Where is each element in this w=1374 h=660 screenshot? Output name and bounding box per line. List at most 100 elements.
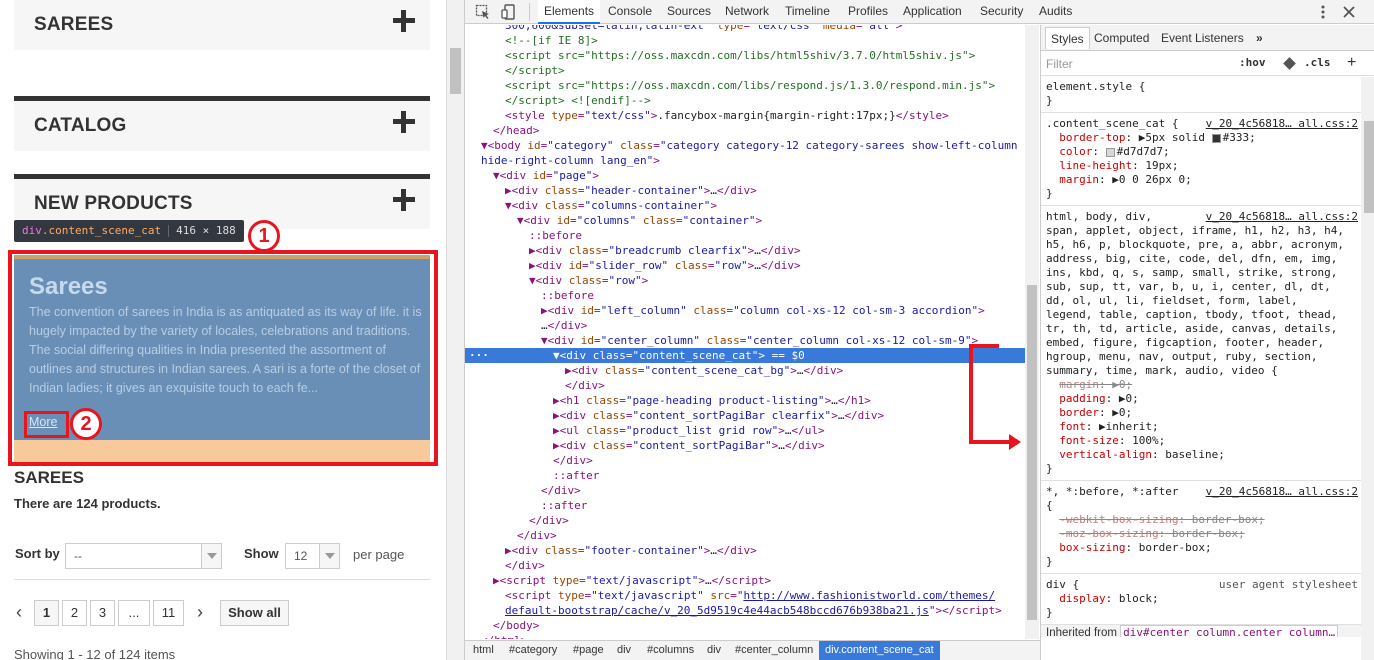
tab-audits[interactable]: Audits xyxy=(1033,0,1078,24)
dom-node[interactable]: ▼<div class="row"> xyxy=(465,273,1025,288)
ellipsis-icon[interactable]: ··· xyxy=(469,348,489,363)
dom-node[interactable]: </body> xyxy=(465,618,1025,633)
dom-node[interactable]: <script src="https://oss.maxcdn.com/libs… xyxy=(465,48,1025,63)
more-tabs-icon[interactable]: » xyxy=(1251,27,1268,49)
style-selector[interactable]: } xyxy=(1046,94,1358,108)
dom-node[interactable]: ▶<script type="text/javascript">…</scrip… xyxy=(465,573,1025,588)
inherited-element-link[interactable]: div#center_column.center_column… xyxy=(1120,625,1339,637)
dom-node[interactable]: <script type="text/javascript" src="http… xyxy=(465,588,1025,603)
scrollbar-thumb[interactable] xyxy=(450,48,461,94)
style-property[interactable]: -webkit-box-sizing: border-box; xyxy=(1046,513,1358,527)
dom-node[interactable]: default-bootstrap/cache/v_20_5d9519c4e44… xyxy=(465,603,1025,618)
new-rule-button[interactable]: + xyxy=(1347,54,1356,72)
page-link-3[interactable]: 3 xyxy=(90,600,115,626)
dom-node[interactable]: ▶<div class="content_sortPagiBar">…</div… xyxy=(465,438,1025,453)
dom-node[interactable]: ▶<div id="slider_row" class="row">…</div… xyxy=(465,258,1025,273)
style-property[interactable]: hgroup, menu, nav, output, ruby, section… xyxy=(1046,350,1358,364)
color-format-icon[interactable] xyxy=(1283,57,1296,70)
dom-node[interactable]: </div> xyxy=(465,483,1025,498)
inspect-element-icon[interactable] xyxy=(475,4,491,20)
page-link-2[interactable]: 2 xyxy=(62,600,87,626)
dom-node[interactable]: ::after xyxy=(465,468,1025,483)
hover-state-toggle[interactable]: :hov xyxy=(1239,56,1266,69)
dom-node[interactable]: ▶<div class="content_sortPagiBar clearfi… xyxy=(465,408,1025,423)
page-link-1[interactable]: 1 xyxy=(34,600,59,626)
style-property[interactable]: dd, ol, ul, li, fieldset, form, label, xyxy=(1046,294,1358,308)
dom-node[interactable]: ▼<div id="center_column" class="center_c… xyxy=(465,333,1025,348)
style-property[interactable]: } xyxy=(1046,462,1358,476)
dom-node[interactable]: </script> xyxy=(465,63,1025,78)
style-property[interactable]: border-top: ▶5px solid #333; xyxy=(1046,131,1358,145)
scrollbar-thumb[interactable] xyxy=(1364,121,1374,213)
style-property[interactable]: box-sizing: border-box; xyxy=(1046,541,1358,555)
sort-select[interactable]: -- xyxy=(65,543,222,569)
dom-node[interactable]: ▶<ul class="product_list grid row">…</ul… xyxy=(465,423,1025,438)
style-selector[interactable]: div {user agent stylesheet xyxy=(1046,578,1358,592)
dom-node[interactable]: </script> <![endif]--> xyxy=(465,93,1025,108)
dom-node[interactable]: ▼<div class="columns-container"> xyxy=(465,198,1025,213)
crumb-div[interactable]: div xyxy=(701,641,727,660)
more-vert-icon[interactable] xyxy=(1315,4,1331,20)
plus-icon[interactable] xyxy=(393,111,415,133)
crumb-html[interactable]: html xyxy=(467,641,500,660)
style-selector[interactable]: html, body, div, v_20_4c56818… all.css:2 xyxy=(1046,210,1358,224)
dom-node[interactable]: ::before xyxy=(465,228,1025,243)
style-property[interactable]: -moz-box-sizing: border-box; xyxy=(1046,527,1358,541)
style-selector[interactable]: .content_scene_cat {v_20_4c56818… all.cs… xyxy=(1046,117,1358,131)
page-link-11[interactable]: 11 xyxy=(153,600,184,626)
tab-timeline[interactable]: Timeline xyxy=(779,0,836,24)
tab-styles[interactable]: Styles xyxy=(1045,27,1090,49)
plus-icon[interactable] xyxy=(393,189,415,211)
dom-node[interactable]: ▶<div id="left_column" class="column col… xyxy=(465,303,1025,318)
plus-icon[interactable] xyxy=(393,10,415,32)
style-property[interactable]: font-size: 100%; xyxy=(1046,434,1358,448)
stylesheet-link[interactable]: v_20_4c56818… all.css:2 xyxy=(1206,210,1358,224)
accordion-catalog[interactable]: CATALOG xyxy=(14,96,430,151)
dom-node[interactable]: ▶<h1 class="page-heading product-listing… xyxy=(465,393,1025,408)
styles-scrollbar[interactable] xyxy=(1361,77,1374,660)
style-property[interactable]: address, big, cite, code, del, dfn, em, … xyxy=(1046,252,1358,266)
device-toolbar-icon[interactable] xyxy=(501,4,517,20)
style-property[interactable]: } xyxy=(1046,187,1358,201)
elements-scrollbar[interactable] xyxy=(1025,25,1039,639)
crumb-content-scene-cat[interactable]: div.content_scene_cat xyxy=(819,641,940,660)
tab-application[interactable]: Application xyxy=(897,0,968,24)
class-toggle[interactable]: .cls xyxy=(1304,56,1331,69)
scrollbar-thumb[interactable] xyxy=(1027,285,1037,620)
filter-input[interactable]: Filter xyxy=(1046,57,1073,71)
style-property[interactable]: vertical-align: baseline; xyxy=(1046,448,1358,462)
style-property[interactable]: embed, figure, figcaption, footer, heade… xyxy=(1046,336,1358,350)
style-property[interactable]: { xyxy=(1046,499,1358,513)
dom-node[interactable]: 300,600&subset=latin,latin-ext" type="te… xyxy=(465,25,1025,33)
next-page-icon[interactable]: › xyxy=(193,600,207,626)
style-property[interactable]: margin: ▶0 0 26px 0; xyxy=(1046,173,1358,187)
style-rules[interactable]: element.style {} .content_scene_cat {v_20… xyxy=(1041,77,1361,637)
stylesheet-link[interactable]: v_20_4c56818… all.css:2 xyxy=(1206,117,1358,131)
style-selector[interactable]: *, *:before, *:after v_20_4c56818… all.cs… xyxy=(1046,485,1358,499)
style-property[interactable]: ins, kbd, q, s, samp, small, strike, str… xyxy=(1046,266,1358,280)
dom-node[interactable]: </div> xyxy=(465,378,1025,393)
tab-security[interactable]: Security xyxy=(974,0,1029,24)
dom-node[interactable]: </html> xyxy=(465,633,1025,639)
dom-node[interactable]: </div> xyxy=(465,453,1025,468)
style-property[interactable]: legend, table, caption, tbody, tfoot, th… xyxy=(1046,308,1358,322)
tab-elements[interactable]: Elements xyxy=(538,0,601,24)
tab-sources[interactable]: Sources xyxy=(661,0,717,24)
tab-console[interactable]: Console xyxy=(602,0,658,24)
crumb-div[interactable]: div xyxy=(611,641,637,660)
style-property[interactable]: sub, sup, tt, var, b, u, i, center, dl, … xyxy=(1046,280,1358,294)
style-property[interactable]: padding: ▶0; xyxy=(1046,392,1358,406)
style-property[interactable]: summary, time, mark, audio, video { xyxy=(1046,364,1358,378)
dom-node[interactable]: ▼<div id="page"> xyxy=(465,168,1025,183)
elements-tree[interactable]: 300,600&subset=latin,latin-ext" type="te… xyxy=(465,25,1025,639)
dom-node[interactable]: ▶<div class="content_scene_cat_bg">…</di… xyxy=(465,363,1025,378)
tab-profiles[interactable]: Profiles xyxy=(842,0,894,24)
dom-node[interactable]: </div> xyxy=(465,558,1025,573)
style-property[interactable]: border: ▶0; xyxy=(1046,406,1358,420)
dom-node[interactable]: <style type="text/css">.fancybox-margin{… xyxy=(465,108,1025,123)
close-icon[interactable] xyxy=(1341,4,1357,20)
dom-node[interactable]: ▶<div class="footer-container">…</div> xyxy=(465,543,1025,558)
dom-node[interactable]: ▶<div class="header-container">…</div> xyxy=(465,183,1025,198)
show-all-button[interactable]: Show all xyxy=(220,600,289,626)
dom-node[interactable]: <script src="https://oss.maxcdn.com/libs… xyxy=(465,78,1025,93)
